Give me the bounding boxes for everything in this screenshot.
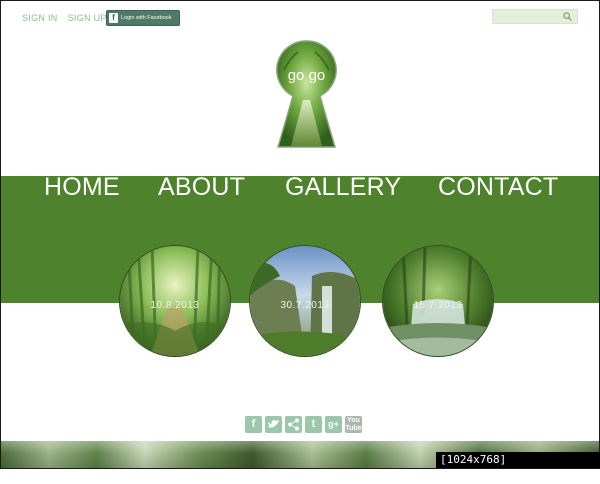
facebook-login-label: Login with Facebook xyxy=(121,15,172,21)
gallery-item-1[interactable]: 10.8.2013 xyxy=(119,245,231,357)
search-icon[interactable] xyxy=(563,12,572,21)
social-links: f t g+ You Tube xyxy=(245,416,362,433)
share-icon[interactable] xyxy=(285,416,302,433)
search-box[interactable] xyxy=(492,9,578,24)
youtube-icon[interactable]: You Tube xyxy=(345,416,362,433)
gallery-date-1: 10.8.2013 xyxy=(150,300,200,311)
google-plus-icon[interactable]: g+ xyxy=(325,416,342,433)
gallery-date-3: 15.7.2013 xyxy=(413,300,463,311)
keyhole-logo[interactable]: go go xyxy=(276,40,337,148)
facebook-icon: f xyxy=(109,13,118,23)
gallery-item-3[interactable]: 15.7.2013 xyxy=(382,245,494,357)
main-nav: HOME ABOUT GALLERY CONTACT xyxy=(0,172,600,202)
nav-contact[interactable]: CONTACT xyxy=(438,172,558,202)
nav-about[interactable]: ABOUT xyxy=(158,172,245,202)
nav-gallery[interactable]: GALLERY xyxy=(285,172,401,202)
logo-text: go go xyxy=(288,67,326,84)
image-size-watermark: [1024x768] https://upic.me/ xyxy=(436,452,600,482)
auth-links: SIGN IN SIGN UP xyxy=(22,13,107,23)
sign-in-link[interactable]: SIGN IN xyxy=(22,13,58,23)
facebook-login-button[interactable]: f Login with Facebook xyxy=(106,10,180,26)
facebook-icon[interactable]: f xyxy=(245,416,262,433)
tumblr-icon[interactable]: t xyxy=(305,416,322,433)
gallery-item-2[interactable]: 30.7.2013 xyxy=(249,245,361,357)
gallery-date-2: 30.7.2013 xyxy=(280,300,330,311)
nav-home[interactable]: HOME xyxy=(44,172,120,202)
sign-up-link[interactable]: SIGN UP xyxy=(68,13,107,23)
search-input[interactable] xyxy=(493,10,565,23)
twitter-icon[interactable] xyxy=(265,416,282,433)
